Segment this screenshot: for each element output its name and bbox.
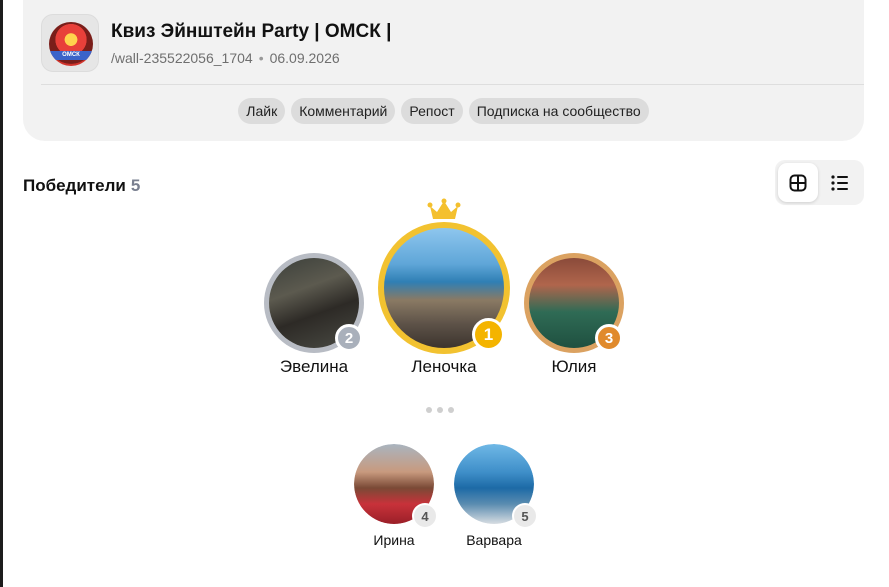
place-badge: 2	[335, 324, 363, 352]
place-badge: 4	[412, 503, 438, 529]
community-title[interactable]: Квиз Эйнштейн Party | ОМСК |	[111, 21, 391, 43]
winner-name: Юлия	[551, 357, 597, 376]
condition-subscribe: Подписка на сообщество	[468, 98, 649, 124]
winners-heading: Победители 5	[23, 176, 141, 195]
place-badge: 5	[512, 503, 538, 529]
grid-view-button[interactable]	[778, 163, 818, 202]
winner-name: Леночка	[411, 357, 477, 376]
window-edge	[0, 0, 3, 587]
post-date: 06.09.2026	[269, 50, 340, 66]
condition-repost: Репост	[401, 98, 463, 124]
wall-link[interactable]: /wall-235522056_1704	[111, 50, 253, 66]
place-badge: 1	[472, 318, 505, 351]
community-logo: ОМСК	[49, 22, 93, 66]
condition-like: Лайк	[238, 98, 286, 124]
winner-name: Эвелина	[279, 357, 349, 376]
winner-name: Ирина	[373, 532, 415, 548]
community-avatar[interactable]: ОМСК	[41, 14, 99, 72]
post-card: ОМСК Квиз Эйнштейн Party | ОМСК | /wall-…	[23, 0, 864, 141]
post-meta: /wall-235522056_1704 • 06.09.2026	[111, 50, 340, 66]
crown-icon	[427, 198, 461, 219]
condition-comment: Комментарий	[291, 98, 396, 124]
list-icon	[831, 174, 848, 191]
place-badge: 3	[595, 324, 623, 352]
more-indicator	[426, 407, 454, 413]
conditions-list: Лайк Комментарий Репост Подписка на сооб…	[23, 98, 864, 124]
view-toggle	[775, 160, 864, 205]
winner-name: Варвара	[466, 532, 522, 548]
winners-count: 5	[130, 176, 141, 195]
list-view-button[interactable]	[820, 163, 860, 202]
divider	[41, 84, 864, 85]
separator-dot: •	[258, 50, 264, 66]
grid-icon	[789, 174, 807, 191]
